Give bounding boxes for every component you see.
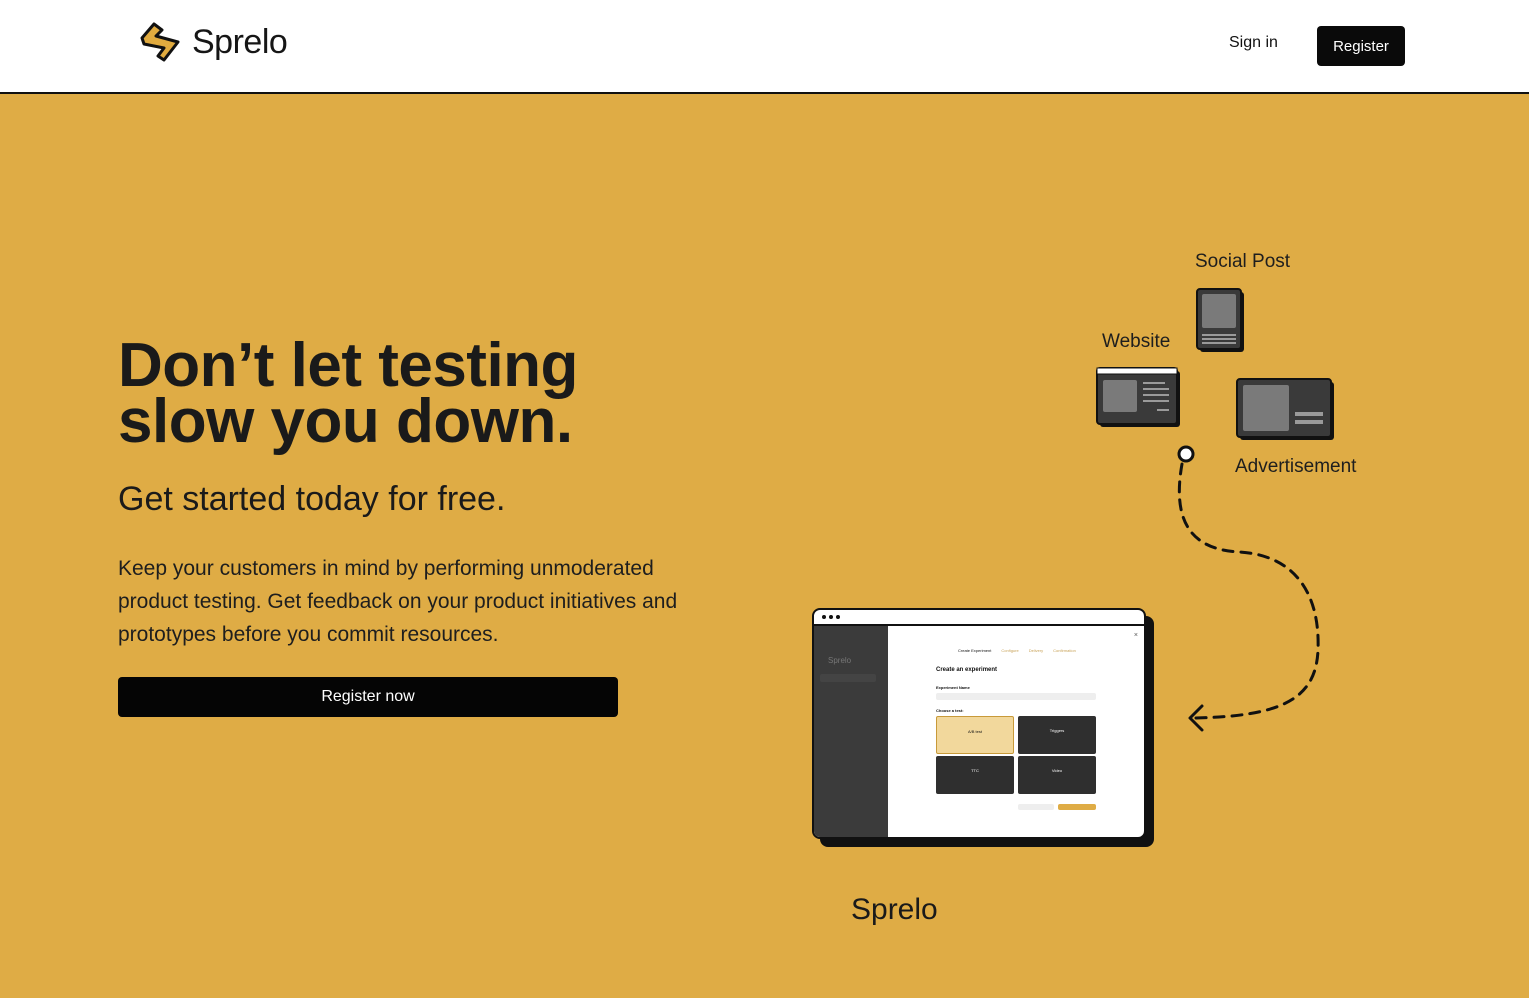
mock-name-label: Experiment Name	[936, 685, 970, 690]
website-icon	[1096, 367, 1180, 427]
website-label: Website	[1102, 331, 1171, 352]
mock-brand: Sprelo	[828, 656, 852, 665]
mock-steps: Create Experiment Configure Delivery Con…	[958, 648, 1076, 653]
mock-step: Confirmation	[1053, 648, 1076, 653]
app-mockup: Sprelo × Create Experiment Configure Del…	[812, 608, 1146, 839]
mock-test-title: Video	[1051, 768, 1063, 773]
mock-test-card: TTC	[936, 756, 1014, 794]
mock-main-panel: × Create Experiment Configure Delivery C…	[888, 626, 1144, 837]
social-post-icon	[1196, 288, 1244, 352]
mock-step: Configure	[1001, 648, 1019, 653]
mock-test-card: Video	[1018, 756, 1096, 794]
mock-step: Delivery	[1028, 648, 1044, 653]
mock-sidebar-item	[820, 674, 876, 682]
mock-window-bar	[814, 610, 1144, 626]
mock-cancel-button	[1018, 804, 1054, 810]
window-dot-icon	[822, 615, 826, 619]
mock-close-icon: ×	[1133, 632, 1138, 639]
mock-next-button	[1058, 804, 1096, 810]
window-dot-icon	[836, 615, 840, 619]
mock-step: Create Experiment	[958, 648, 992, 653]
mock-test-card: Triggers	[1018, 716, 1096, 754]
social-post-label: Social Post	[1195, 251, 1291, 272]
advertisement-icon	[1236, 378, 1334, 440]
mock-test-title: Triggers	[1049, 728, 1065, 733]
mock-heading: Create an experiment	[936, 667, 998, 673]
app-caption: Sprelo	[851, 893, 938, 926]
window-dot-icon	[829, 615, 833, 619]
mock-choose-label: Choose a test:	[936, 708, 964, 713]
mock-name-input	[936, 693, 1096, 700]
mock-test-card: A/B test	[936, 716, 1014, 754]
path-start-dot	[1177, 445, 1195, 463]
illustration-graphics	[1096, 288, 1334, 732]
advertisement-label: Advertisement	[1235, 456, 1357, 477]
mock-test-title: TTC	[971, 768, 979, 773]
mock-sidebar: Sprelo	[814, 626, 888, 837]
mock-test-title: A/B test	[967, 729, 982, 734]
dashed-connector	[1177, 462, 1320, 720]
